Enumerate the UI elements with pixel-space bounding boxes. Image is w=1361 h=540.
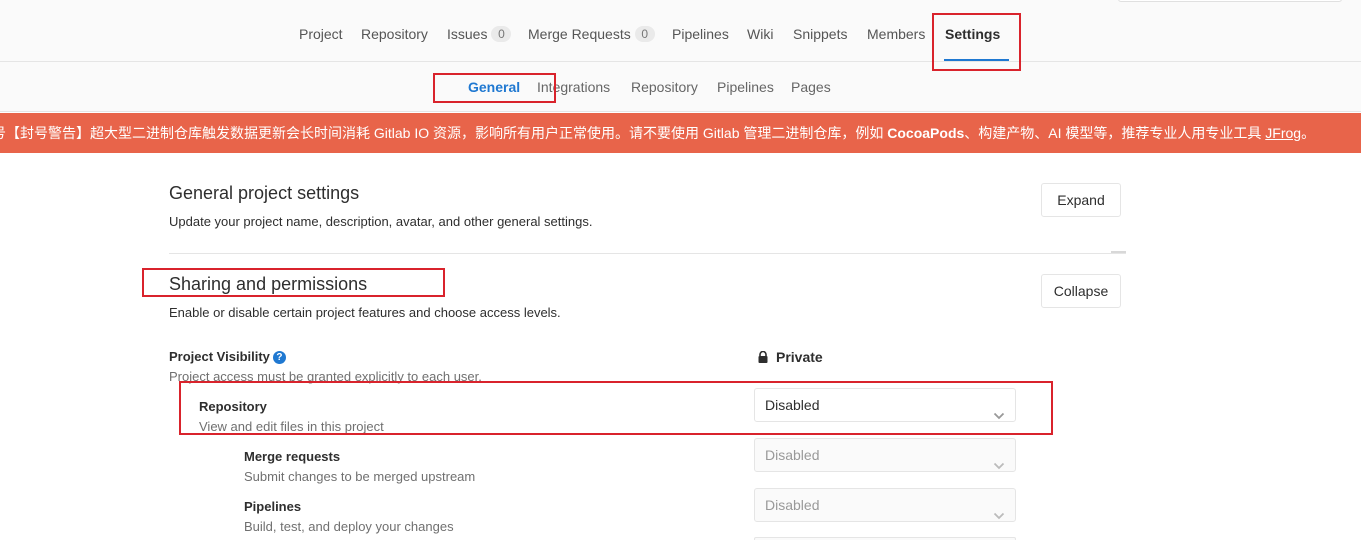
select-value: Disabled — [765, 497, 820, 513]
tab-label: Settings — [945, 26, 1001, 42]
sharing-permissions-title: Sharing and permissions — [169, 274, 368, 294]
tab-label: Repository — [361, 26, 428, 42]
sharing-permissions-description: Enable or disable certain project featur… — [169, 305, 561, 320]
feature-pipelines-description: Build, test, and deploy your changes — [244, 519, 454, 534]
tab-settings[interactable]: Settings — [943, 0, 1010, 62]
tab-label: Issues — [447, 26, 488, 42]
tab-merge-requests[interactable]: Merge Requests 0 — [528, 0, 655, 62]
feature-repository-label: Repository — [199, 399, 267, 414]
subtab-pages[interactable]: Pages — [791, 62, 831, 112]
merge-requests-access-select[interactable]: Disabled — [754, 438, 1016, 472]
project-visibility-label: Project Visibility? — [169, 349, 286, 364]
tab-project[interactable]: Project — [299, 0, 343, 62]
chevron-down-icon — [993, 450, 1005, 470]
feature-pipelines-label: Pipelines — [244, 499, 302, 514]
tab-label: Merge Requests — [528, 26, 631, 42]
tab-label: Pipelines — [672, 26, 729, 42]
subtab-pipelines[interactable]: Pipelines — [717, 62, 774, 112]
settings-sub-nav: General Integrations Repository Pipeline… — [0, 62, 1361, 112]
tab-issues[interactable]: Issues 0 — [447, 0, 512, 62]
warning-banner: 号【封号警告】超大型二进制仓库触发数据更新会长时间消耗 Gitlab IO 资源… — [0, 113, 1361, 153]
general-settings-title: General project settings — [169, 183, 360, 203]
tab-members[interactable]: Members — [867, 0, 925, 62]
feature-merge-requests-label: Merge requests — [244, 449, 341, 464]
subtab-integrations[interactable]: Integrations — [537, 62, 610, 112]
tab-label: Snippets — [793, 26, 848, 42]
select-value: Disabled — [765, 397, 820, 413]
repository-access-select[interactable]: Disabled — [754, 388, 1016, 422]
question-circle-icon[interactable]: ? — [272, 351, 286, 364]
expand-button[interactable]: Expand — [1041, 183, 1121, 217]
banner-prefix: 号【封号警告】超大型二进制仓库触发数据更新会长时间消耗 Gitlab IO 资源… — [0, 125, 888, 141]
top-tabs: Project Repository Issues 0 Merge Request… — [0, 0, 1361, 62]
merge-requests-count-badge: 0 — [634, 26, 655, 42]
tab-label: Members — [867, 26, 926, 42]
visibility-value[interactable]: Private — [758, 349, 823, 365]
chevron-down-icon — [993, 500, 1005, 520]
feature-merge-requests-description: Submit changes to be merged upstream — [244, 469, 476, 484]
pipelines-access-select[interactable]: Disabled — [754, 488, 1016, 522]
divider-scroll-marker — [1111, 251, 1126, 253]
collapse-button[interactable]: Collapse — [1041, 274, 1121, 308]
subtab-repository[interactable]: Repository — [631, 62, 698, 112]
lock-icon — [758, 350, 768, 363]
visibility-label-text: Project Visibility — [169, 349, 270, 364]
banner-suffix: 。 — [1301, 125, 1316, 141]
tab-wiki[interactable]: Wiki — [747, 0, 773, 62]
section-divider — [169, 253, 1126, 254]
banner-bold-cocoapods: CocoaPods — [887, 125, 965, 141]
project-top-nav: Project Repository Issues 0 Merge Request… — [0, 0, 1361, 62]
issues-count-badge: 0 — [491, 26, 512, 42]
banner-text: 号【封号警告】超大型二进制仓库触发数据更新会长时间消耗 Gitlab IO 资源… — [0, 113, 1315, 153]
tab-label: Project — [299, 26, 343, 42]
tab-snippets[interactable]: Snippets — [793, 0, 847, 62]
select-value: Disabled — [765, 447, 820, 463]
tab-repository[interactable]: Repository — [361, 0, 428, 62]
subtab-general[interactable]: General — [468, 62, 520, 112]
visibility-value-text: Private — [776, 349, 823, 365]
banner-link-jfrog[interactable]: JFrog — [1265, 125, 1301, 141]
project-visibility-help: Project access must be granted explicitl… — [169, 369, 482, 384]
tab-label: Wiki — [747, 26, 774, 42]
tab-pipelines[interactable]: Pipelines — [672, 0, 729, 62]
general-settings-description: Update your project name, description, a… — [169, 214, 593, 229]
chevron-down-icon — [993, 400, 1005, 420]
feature-repository-description: View and edit files in this project — [199, 419, 384, 434]
banner-middle: 、构建产物、AI 模型等，推荐专业人用专业工具 — [964, 125, 1266, 141]
